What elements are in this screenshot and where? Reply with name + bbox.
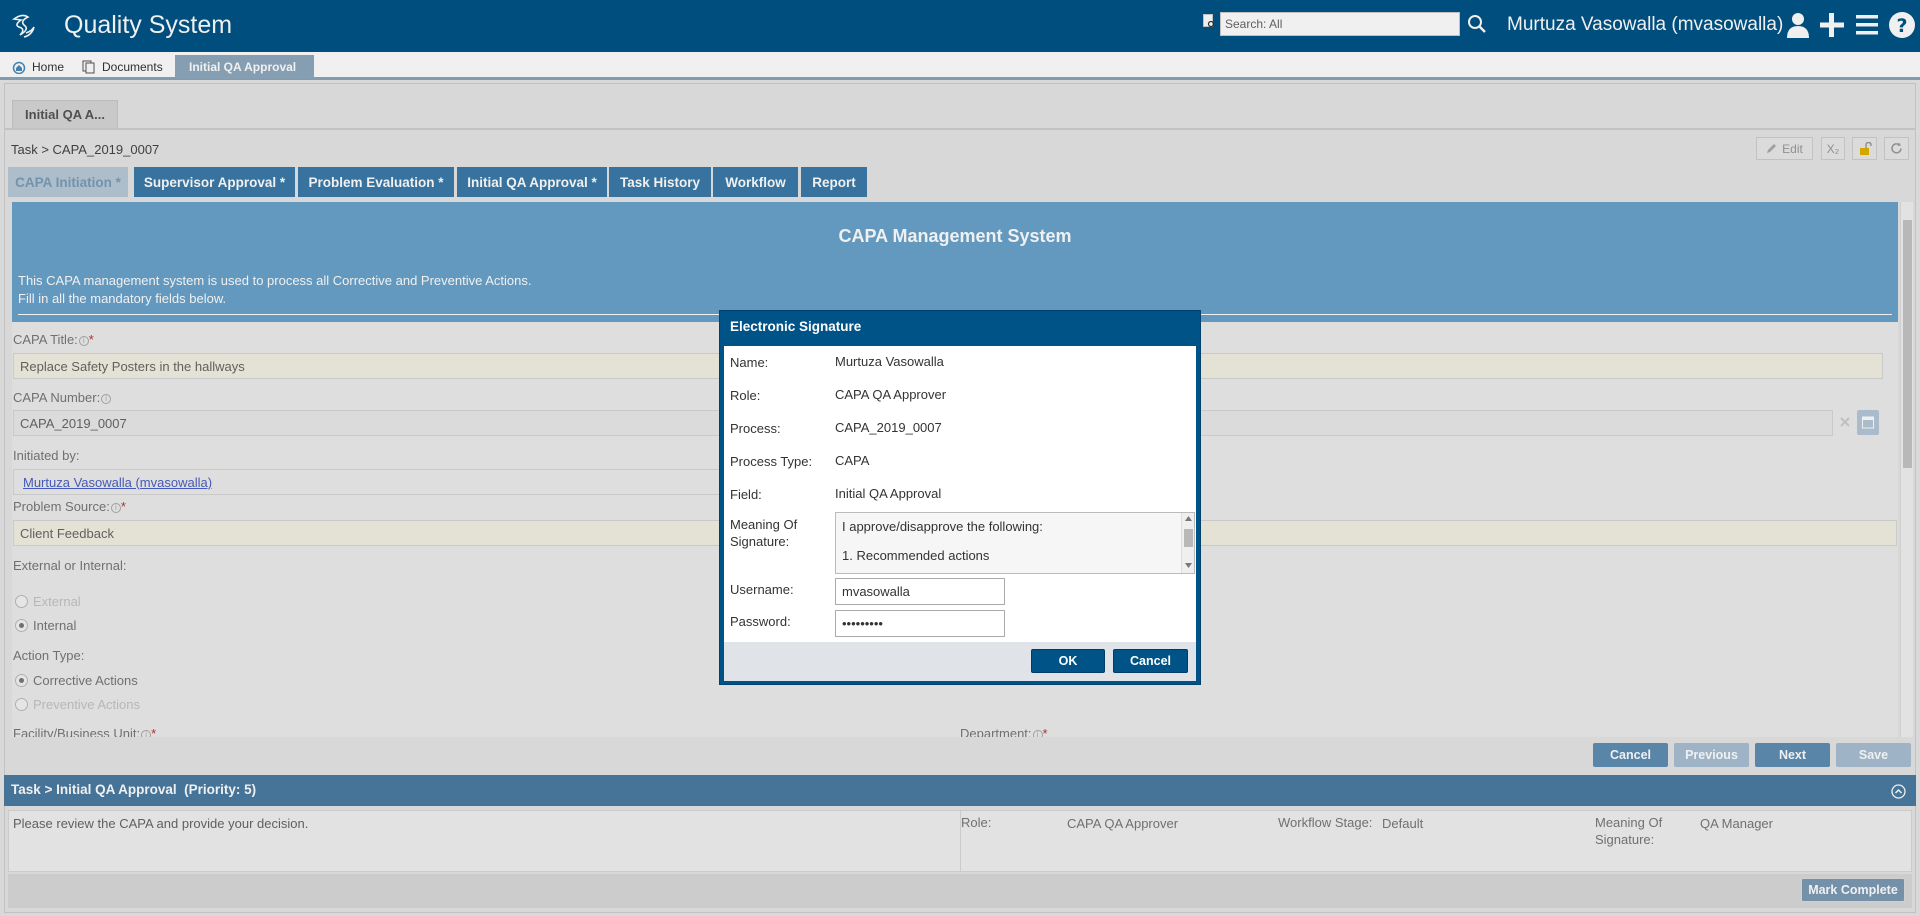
scroll-up-icon[interactable]	[1185, 516, 1192, 521]
username-label: Username:	[730, 582, 794, 597]
field-value: Initial QA Approval	[835, 486, 942, 501]
scroll-down-icon[interactable]	[1185, 563, 1192, 568]
process-value: CAPA_2019_0007	[835, 420, 942, 435]
process-label: Process:	[730, 421, 781, 436]
meaning-label: Meaning Of Signature:	[730, 516, 797, 550]
process-type-value: CAPA	[835, 453, 870, 468]
process-type-label: Process Type:	[730, 454, 813, 469]
meaning-line-1: I approve/disapprove the following:	[842, 519, 1043, 534]
role-value: CAPA QA Approver	[835, 387, 947, 402]
password-label: Password:	[730, 614, 791, 629]
dialog-title: Electronic Signature	[730, 319, 862, 334]
label-line-1: Meaning Of	[730, 517, 798, 532]
meaning-textarea[interactable]: I approve/disapprove the following: 1. R…	[835, 512, 1195, 574]
username-value: mvasowalla	[842, 584, 910, 599]
meaning-line-2: 1. Recommended actions	[842, 548, 990, 563]
electronic-signature-dialog: Electronic Signature Name: Murtuza Vasow…	[719, 310, 1201, 685]
dialog-body: Name: Murtuza Vasowalla Role: CAPA QA Ap…	[724, 346, 1196, 681]
dialog-cancel-button[interactable]: Cancel	[1113, 649, 1188, 673]
dialog-footer: OK Cancel	[724, 642, 1196, 681]
name-value: Murtuza Vasowalla	[835, 354, 944, 369]
password-input[interactable]: •••••••••	[835, 610, 1005, 637]
label-line-2: Signature:	[730, 534, 790, 549]
scrollbar-thumb[interactable]	[1184, 529, 1193, 547]
username-input[interactable]: mvasowalla	[835, 578, 1005, 605]
role-label: Role:	[730, 388, 761, 403]
password-value: •••••••••	[842, 616, 883, 631]
meaning-scrollbar[interactable]	[1181, 513, 1194, 573]
ok-button[interactable]: OK	[1031, 649, 1105, 673]
field-label: Field:	[730, 487, 762, 502]
name-label: Name:	[730, 355, 769, 370]
